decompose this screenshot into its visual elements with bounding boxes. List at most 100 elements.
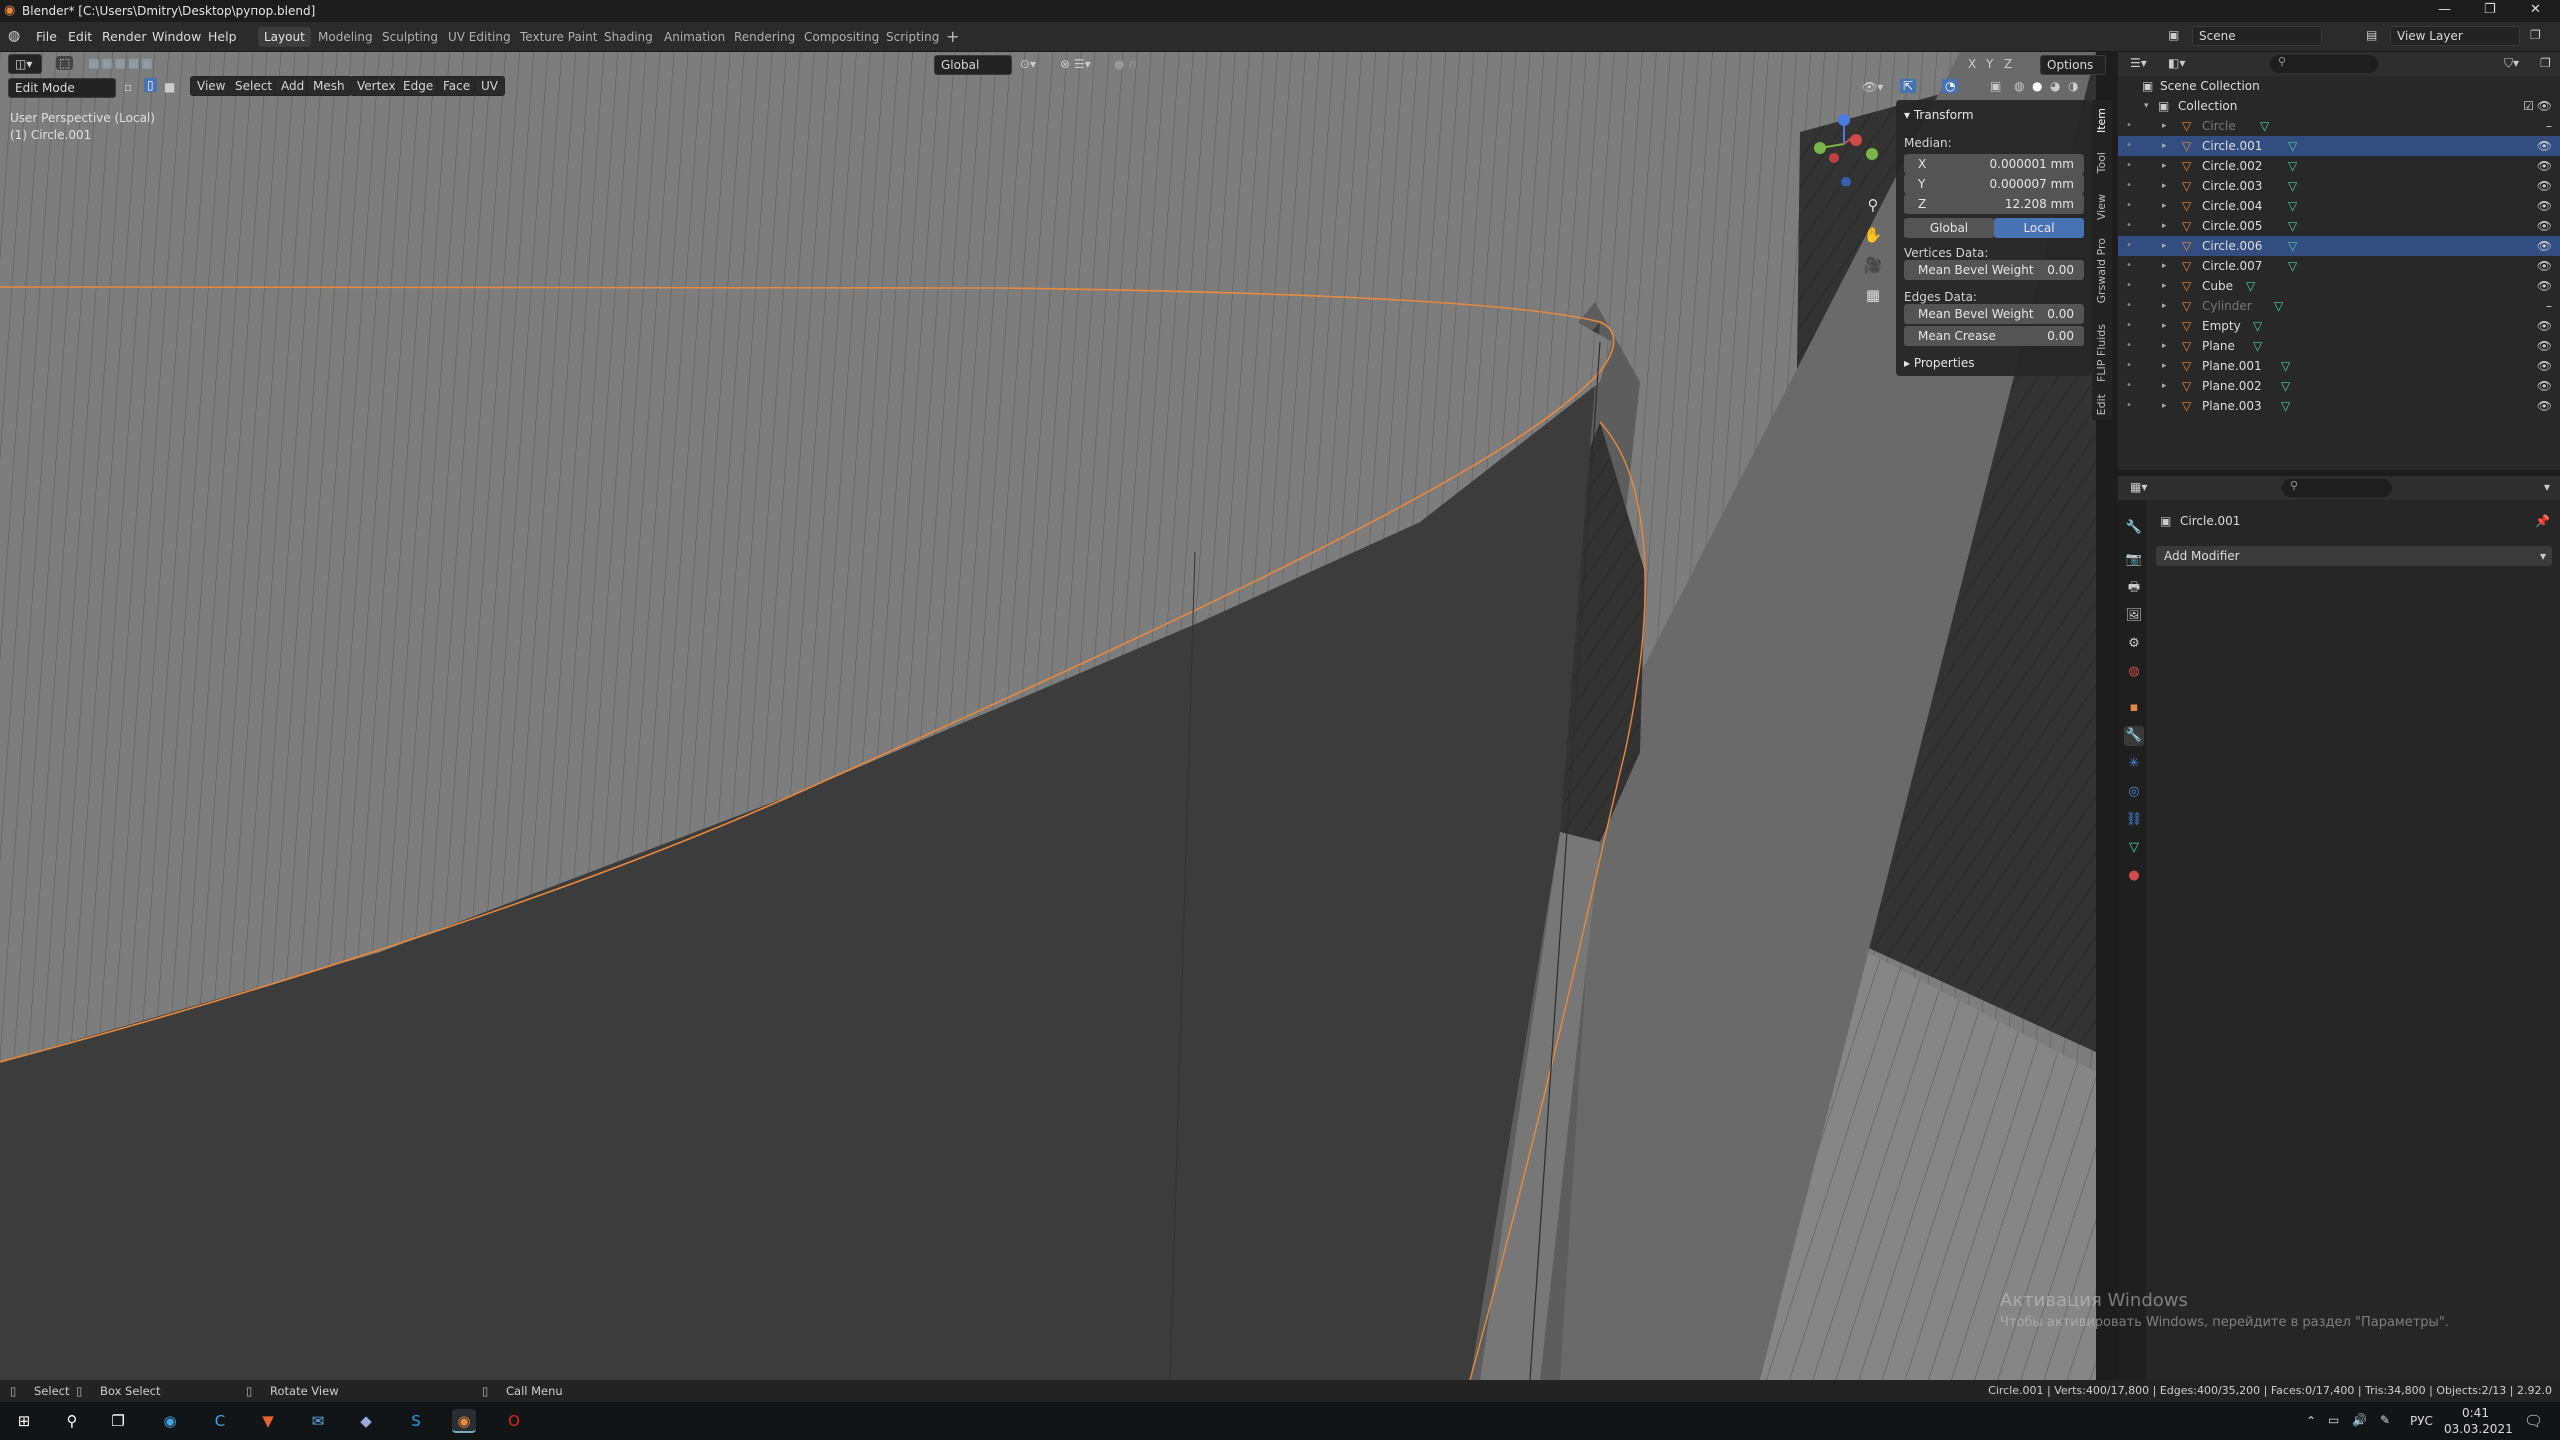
tool-properties-icon[interactable]: 🔧 bbox=[2124, 518, 2144, 538]
menu-help[interactable]: Help bbox=[208, 29, 237, 44]
world-properties-icon[interactable]: ◍ bbox=[2124, 662, 2144, 682]
modifier-properties-icon[interactable]: 🔧 bbox=[2124, 726, 2144, 746]
menu-uv[interactable]: UV bbox=[474, 76, 505, 96]
physics-properties-icon[interactable]: ◎ bbox=[2124, 782, 2144, 802]
navigation-gizmo[interactable] bbox=[1800, 106, 1890, 186]
clock-date[interactable]: 03.03.2021 bbox=[2444, 1422, 2513, 1436]
scene-properties-icon[interactable]: ⚙ bbox=[2124, 634, 2144, 654]
checkbox-icon[interactable]: ☑ bbox=[2523, 96, 2534, 116]
constraints-properties-icon[interactable]: ⛓ bbox=[2124, 810, 2144, 830]
eye-icon[interactable]: – bbox=[2546, 116, 2552, 136]
outliner-item[interactable]: • ▸ ▽ Plane ▽ 👁 bbox=[2118, 336, 2560, 356]
3d-viewport[interactable] bbox=[0, 52, 2096, 1380]
gizmo-toggle-icon[interactable]: ⇱ bbox=[1900, 79, 1917, 93]
median-z-field[interactable]: Z 12.208 mm bbox=[1904, 194, 2084, 214]
select-mode-face-icon[interactable]: ■ bbox=[164, 80, 175, 94]
select-tool-icon[interactable]: ⬚ bbox=[56, 56, 74, 70]
menu-render[interactable]: Render bbox=[102, 29, 147, 44]
shading-rendered-icon[interactable]: ◑ bbox=[2068, 79, 2078, 93]
pivot-icon[interactable]: ⊙▾ bbox=[1020, 57, 1036, 71]
select-mode-icons[interactable]: ▦▦▦▦▦ bbox=[88, 56, 155, 70]
transform-header[interactable]: ▾ Transform bbox=[1904, 108, 1974, 122]
expand-icon[interactable]: ▸ bbox=[2162, 156, 2167, 176]
expand-icon[interactable]: ▸ bbox=[2162, 136, 2167, 156]
eye-icon[interactable]: 👁 bbox=[2537, 96, 2552, 116]
display-mode-icon[interactable]: ◧▾ bbox=[2168, 56, 2185, 70]
eye-icon[interactable]: 👁 bbox=[2537, 256, 2552, 276]
expand-icon[interactable]: ▸ bbox=[2162, 356, 2167, 376]
edge-bevel-weight-field[interactable]: Mean Bevel Weight 0.00 bbox=[1904, 304, 2084, 324]
tab-view[interactable]: View bbox=[2095, 194, 2108, 220]
clock-time[interactable]: 0:41 bbox=[2462, 1406, 2489, 1420]
material-properties-icon[interactable]: ● bbox=[2124, 866, 2144, 886]
restore-button[interactable]: ❐ bbox=[2484, 2, 2496, 17]
particles-properties-icon[interactable]: ✳ bbox=[2124, 754, 2144, 774]
edge-icon[interactable]: ◉ bbox=[158, 1409, 182, 1433]
tab-rendering[interactable]: Rendering bbox=[728, 27, 801, 47]
menu-window[interactable]: Window bbox=[152, 29, 201, 44]
menu-vertex[interactable]: Vertex bbox=[350, 76, 403, 96]
expand-icon[interactable]: ▸ bbox=[2162, 256, 2167, 276]
tab-texture-paint[interactable]: Texture Paint bbox=[514, 27, 603, 47]
outliner-item[interactable]: • ▸ ▽ Plane.001 ▽ 👁 bbox=[2118, 356, 2560, 376]
scene-collection-row[interactable]: ▣ Scene Collection bbox=[2118, 76, 2560, 96]
editor-type-button[interactable]: ◫▾ bbox=[8, 54, 42, 74]
network-icon[interactable]: ▭ bbox=[2328, 1413, 2339, 1427]
properties-editor-icon[interactable]: ▦▾ bbox=[2130, 480, 2147, 494]
search-icon[interactable]: ⚲ bbox=[60, 1409, 84, 1433]
new-collection-icon[interactable]: ❐ bbox=[2540, 56, 2551, 70]
expand-icon[interactable]: ▸ bbox=[2162, 176, 2167, 196]
add-workspace-icon[interactable]: + bbox=[946, 27, 959, 46]
global-toggle[interactable]: Global bbox=[1904, 218, 1994, 238]
outliner-search-input[interactable]: ⚲ bbox=[2270, 55, 2378, 73]
opera-icon[interactable]: O bbox=[502, 1409, 526, 1433]
menu-view[interactable]: View bbox=[190, 76, 233, 96]
new-view-layer-icon[interactable]: ❐ bbox=[2530, 28, 2541, 42]
expand-icon[interactable]: ▸ bbox=[2162, 296, 2167, 316]
view-layer-properties-icon[interactable]: 🖼 bbox=[2124, 606, 2144, 626]
tab-item[interactable]: Item bbox=[2095, 108, 2108, 133]
view-layer-icon[interactable]: ▤ bbox=[2366, 28, 2377, 42]
scene-icon[interactable]: ▣ bbox=[2168, 28, 2179, 42]
pan-hand-icon[interactable]: ✋ bbox=[1860, 222, 1886, 248]
add-modifier-dropdown[interactable]: Add Modifier ▾ bbox=[2156, 546, 2552, 566]
data-properties-icon[interactable]: ▽ bbox=[2124, 838, 2144, 858]
xray-toggle-icon[interactable]: ▣ bbox=[1990, 79, 2001, 93]
mode-dropdown[interactable]: Edit Mode bbox=[8, 78, 116, 98]
notifications-icon[interactable]: 🗨 bbox=[2524, 1412, 2543, 1430]
shading-material-icon[interactable]: ◕ bbox=[2050, 79, 2060, 93]
blender-menu-icon[interactable]: ◍ bbox=[8, 28, 20, 44]
eye-icon[interactable]: 👁 bbox=[2537, 136, 2552, 156]
mirror-axis-y[interactable]: Y bbox=[1986, 57, 1993, 71]
ccleaner-icon[interactable]: C bbox=[208, 1409, 232, 1433]
brave-icon[interactable]: ▼ bbox=[256, 1409, 280, 1433]
overlay-toggle-icon[interactable]: ◔ bbox=[1942, 79, 1959, 93]
median-x-field[interactable]: X 0.000001 mm bbox=[1904, 154, 2084, 174]
mirror-axis-x[interactable]: X bbox=[1968, 57, 1976, 71]
tab-flip-fluids[interactable]: FLIP Fluids bbox=[2095, 324, 2108, 382]
scene-field[interactable]: Scene bbox=[2192, 26, 2322, 46]
expand-icon[interactable]: ▸ bbox=[2162, 396, 2167, 416]
snap-icon[interactable]: ⊗ ☰▾ bbox=[1060, 57, 1091, 71]
menu-file[interactable]: File bbox=[36, 29, 57, 44]
properties-options-icon[interactable]: ▾ bbox=[2544, 480, 2550, 494]
object-properties-icon[interactable]: ▪ bbox=[2124, 698, 2144, 718]
mirror-axis-z[interactable]: Z bbox=[2004, 57, 2012, 71]
tab-animation[interactable]: Animation bbox=[658, 27, 731, 47]
local-toggle[interactable]: Local bbox=[1994, 218, 2084, 238]
view-object-types-icon[interactable]: 👁▾ bbox=[1862, 80, 1883, 94]
close-window-button[interactable]: ✕ bbox=[2530, 2, 2541, 17]
properties-search-input[interactable]: ⚲ bbox=[2282, 479, 2392, 497]
view-layer-field[interactable]: View Layer bbox=[2390, 26, 2520, 46]
eye-icon[interactable]: 👁 bbox=[2537, 196, 2552, 216]
expand-icon[interactable]: ▸ bbox=[2162, 336, 2167, 356]
expand-icon[interactable]: ▸ bbox=[2162, 276, 2167, 296]
outliner-item[interactable]: • ▸ ▽ Cylinder ▽ – bbox=[2118, 296, 2560, 316]
select-mode-edge-icon[interactable]: ▯ bbox=[144, 78, 157, 92]
tab-scripting[interactable]: Scripting bbox=[880, 27, 945, 47]
start-button-icon[interactable]: ⊞ bbox=[12, 1409, 36, 1433]
blender-taskbar-icon[interactable]: ◉ bbox=[452, 1409, 476, 1433]
outliner-editor-icon[interactable]: ☰▾ bbox=[2130, 56, 2147, 70]
outliner-item[interactable]: • ▸ ▽ Circle.007 ▽ 👁 bbox=[2118, 256, 2560, 276]
vertex-bevel-weight-field[interactable]: Mean Bevel Weight 0.00 bbox=[1904, 260, 2084, 280]
